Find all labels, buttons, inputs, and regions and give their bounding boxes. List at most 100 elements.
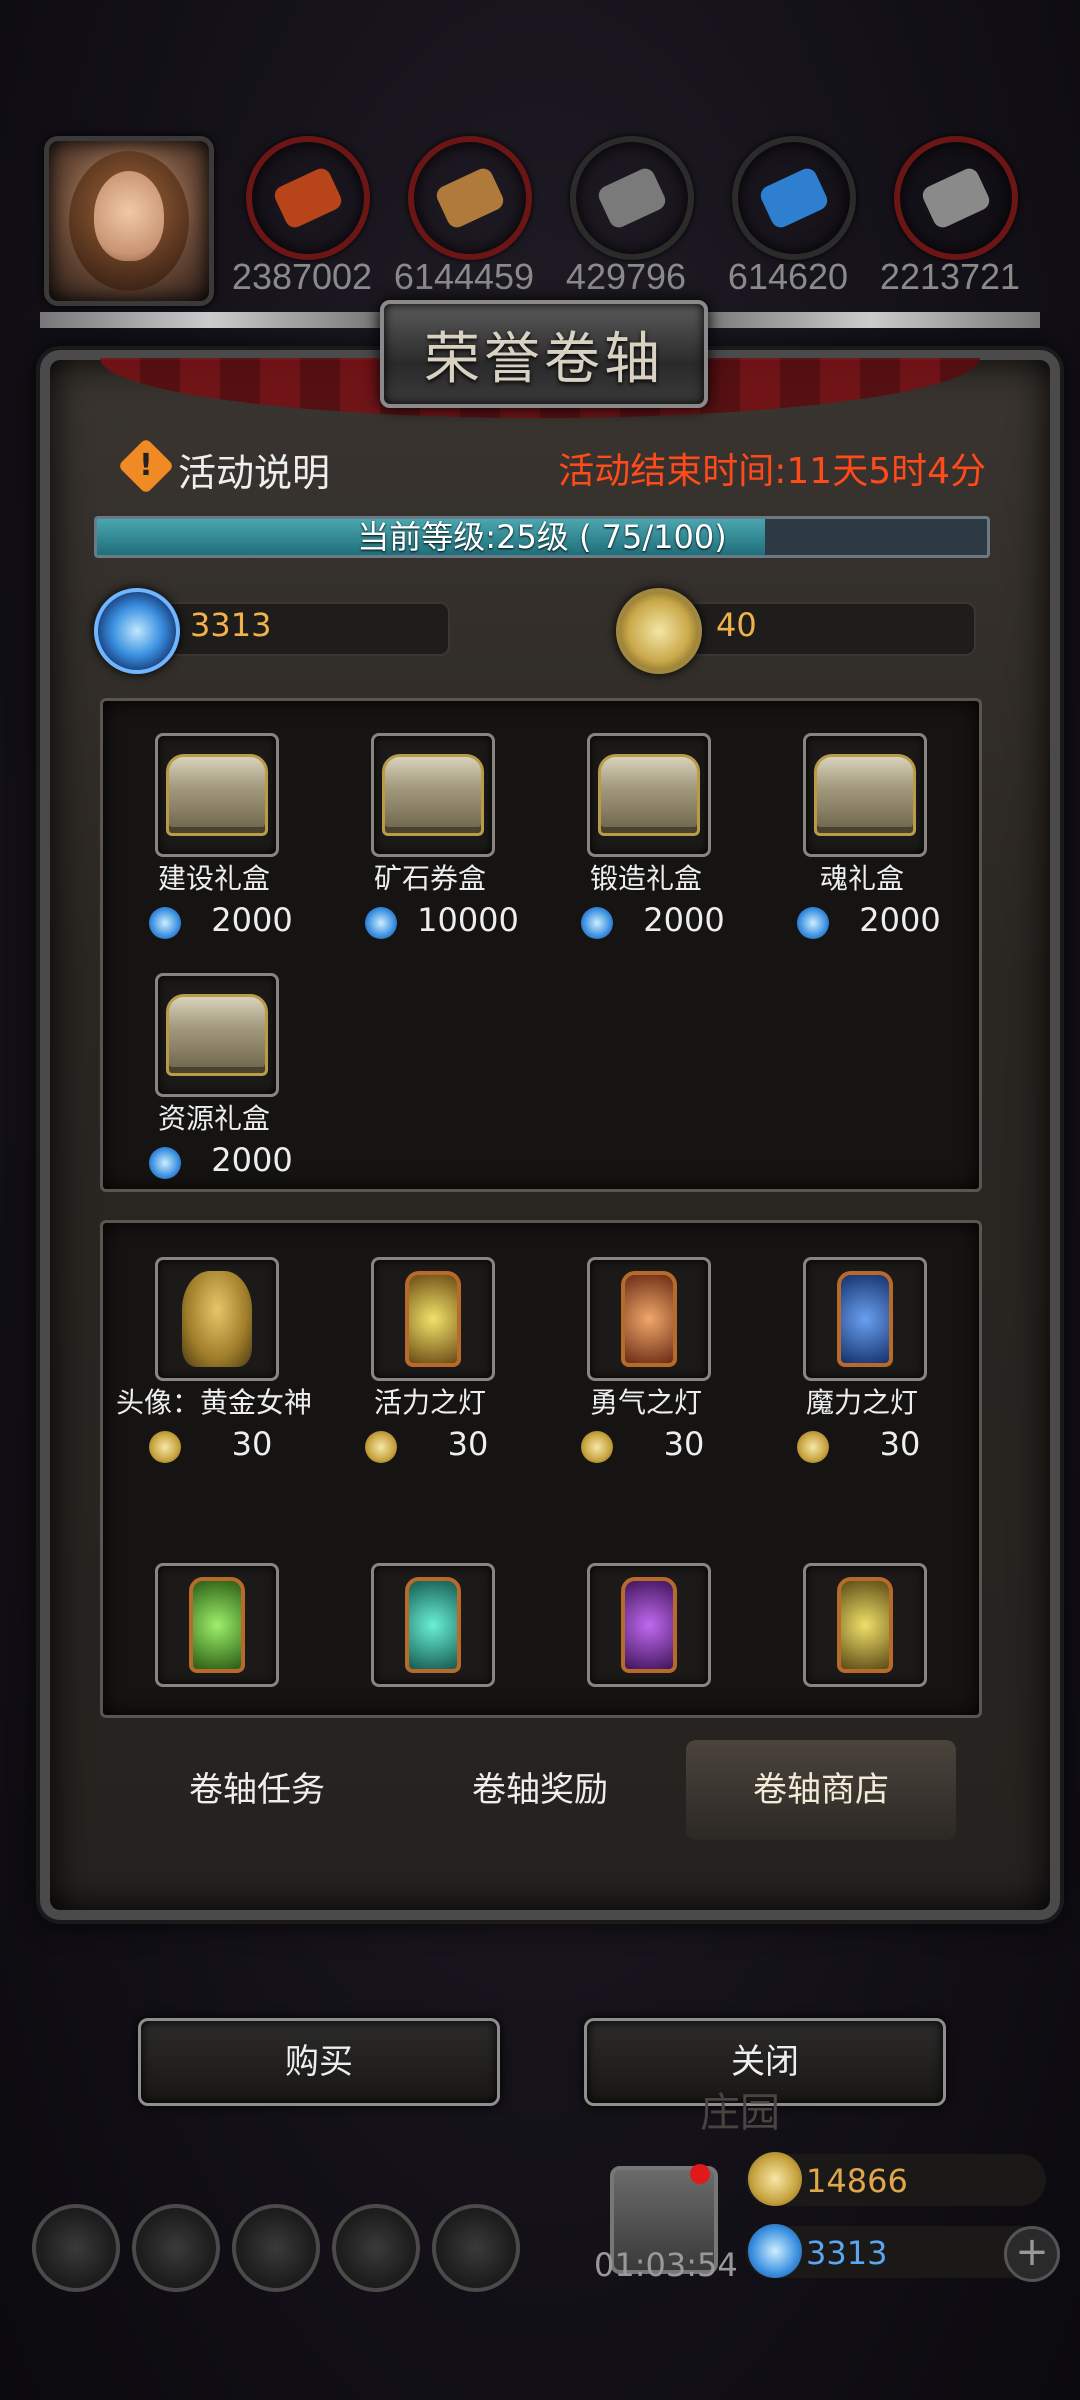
item-cost: 30 bbox=[447, 1425, 489, 1463]
tab-scroll-shop[interactable]: 卷轴商店 bbox=[686, 1740, 956, 1840]
background-building-label: 庄园 bbox=[700, 2090, 780, 2136]
item-cost: 30 bbox=[879, 1425, 921, 1463]
resource-value: 2387002 bbox=[231, 256, 373, 297]
player-avatar[interactable] bbox=[44, 136, 214, 306]
level-progress-text: 当前等级:25级 ( 75/100) bbox=[357, 518, 727, 556]
item-frame bbox=[587, 733, 711, 857]
activity-info-link[interactable]: 活动说明 bbox=[178, 442, 330, 497]
iron-icon bbox=[570, 136, 694, 260]
treasure-chest-icon bbox=[166, 754, 268, 836]
diamond-icon bbox=[581, 907, 613, 939]
item-frame bbox=[803, 1257, 927, 1381]
resource-value: 2213721 bbox=[879, 256, 1021, 297]
treasure-chest-icon bbox=[166, 994, 268, 1076]
activity-end-time: 活动结束时间:11天5时4分 bbox=[558, 451, 986, 492]
item-cost: 10000 bbox=[417, 901, 519, 939]
coin-balance: 40 bbox=[716, 606, 757, 644]
lantern-icon bbox=[837, 1577, 893, 1673]
scroll-coin-icon bbox=[149, 1431, 181, 1463]
guild-icon[interactable] bbox=[232, 2204, 320, 2292]
item-name: 资源礼盒 bbox=[157, 1102, 270, 1135]
item-name: 活力之灯 bbox=[373, 1386, 486, 1419]
scroll-coin-icon bbox=[797, 1431, 829, 1463]
diamond-icon bbox=[797, 907, 829, 939]
lantern-icon bbox=[621, 1271, 677, 1367]
item-frame bbox=[587, 1257, 711, 1381]
tab-scroll-tasks[interactable]: 卷轴任务 bbox=[122, 1740, 392, 1840]
coin-balance-box bbox=[654, 602, 976, 656]
resource-value: 614620 bbox=[727, 256, 849, 297]
item-cost: 30 bbox=[663, 1425, 705, 1463]
lantern-icon bbox=[405, 1271, 461, 1367]
left-spike-decoration bbox=[40, 312, 380, 328]
exclamation-icon: ! bbox=[139, 448, 153, 483]
lantern-icon bbox=[621, 1577, 677, 1673]
title-plate: 荣誉卷轴 bbox=[380, 300, 708, 408]
item-name: 锻造礼盒 bbox=[589, 862, 702, 895]
level-progress-bar: 当前等级:25级 ( 75/100) bbox=[94, 516, 990, 558]
item-cost: 30 bbox=[231, 1425, 273, 1463]
avatar-face bbox=[94, 171, 164, 261]
resource-value: 6144459 bbox=[393, 256, 535, 297]
diamond-balance: 3313 bbox=[190, 606, 272, 644]
item-frame bbox=[803, 1563, 927, 1687]
resource-steel[interactable]: 2213721 bbox=[880, 136, 1020, 306]
treasure-chest-icon bbox=[598, 754, 700, 836]
star-icon[interactable] bbox=[132, 2204, 220, 2292]
item-frame bbox=[371, 1563, 495, 1687]
scroll-coin-icon bbox=[616, 588, 702, 674]
tab-scroll-rewards[interactable]: 卷轴奖励 bbox=[405, 1740, 675, 1840]
lantern-icon bbox=[837, 1271, 893, 1367]
golden-goddess-icon bbox=[182, 1271, 252, 1367]
lantern-shop-grid: 头像：黄金女神 30 活力之灯 30 勇气之灯 30 魔力之灯 30 bbox=[100, 1220, 982, 1718]
map-icon[interactable] bbox=[432, 2204, 520, 2292]
diamond-icon bbox=[149, 907, 181, 939]
diamond-icon bbox=[94, 588, 180, 674]
buy-button[interactable]: 购买 bbox=[138, 2018, 500, 2106]
item-cost: 2000 bbox=[643, 901, 725, 939]
item-frame bbox=[587, 1563, 711, 1687]
diamond-icon bbox=[149, 1147, 181, 1179]
item-name: 矿石券盒 bbox=[373, 862, 486, 895]
gold-icon bbox=[748, 2152, 802, 2206]
item-frame bbox=[155, 1257, 279, 1381]
item-frame bbox=[803, 733, 927, 857]
resource-crystal[interactable]: 614620 bbox=[728, 136, 856, 306]
crystal-icon bbox=[732, 136, 856, 260]
item-name: 魂礼盒 bbox=[819, 862, 904, 895]
diamond-icon bbox=[365, 907, 397, 939]
item-cost: 2000 bbox=[211, 1141, 293, 1179]
lantern-icon bbox=[405, 1577, 461, 1673]
item-frame bbox=[155, 973, 279, 1097]
item-frame bbox=[155, 733, 279, 857]
scroll-coin-icon bbox=[581, 1431, 613, 1463]
add-currency-button[interactable]: + bbox=[1004, 2226, 1060, 2282]
resource-value: 429796 bbox=[565, 256, 687, 297]
item-frame bbox=[155, 1563, 279, 1687]
gift-box-shop-grid: 建设礼盒 2000 矿石券盒 10000 锻造礼盒 2000 魂礼盒 2000 … bbox=[100, 698, 982, 1192]
gold-balance: 14866 bbox=[806, 2162, 908, 2200]
diamond-balance-bottom: 3313 bbox=[806, 2234, 888, 2272]
resource-wood[interactable]: 6144459 bbox=[394, 136, 534, 306]
item-cost: 2000 bbox=[211, 901, 293, 939]
settings-icon[interactable] bbox=[32, 2204, 120, 2292]
item-name: 建设礼盒 bbox=[157, 862, 270, 895]
resource-meat[interactable]: 2387002 bbox=[232, 136, 372, 306]
scroll-coin-icon bbox=[365, 1431, 397, 1463]
diamond-icon bbox=[748, 2224, 802, 2278]
gift-timer: 01:03:54 bbox=[594, 2246, 738, 2284]
panel-title: 荣誉卷轴 bbox=[424, 326, 664, 392]
right-spike-decoration bbox=[700, 312, 1040, 328]
wood-icon bbox=[408, 136, 532, 260]
item-name: 勇气之灯 bbox=[589, 1386, 702, 1419]
steel-icon bbox=[894, 136, 1018, 260]
mail-icon[interactable] bbox=[332, 2204, 420, 2292]
item-name: 头像：黄金女神 bbox=[115, 1386, 312, 1419]
item-cost: 2000 bbox=[859, 901, 941, 939]
treasure-chest-icon bbox=[382, 754, 484, 836]
item-name: 魔力之灯 bbox=[805, 1386, 918, 1419]
lantern-icon bbox=[189, 1577, 245, 1673]
notification-dot bbox=[690, 2164, 710, 2184]
resource-iron[interactable]: 429796 bbox=[566, 136, 694, 306]
treasure-chest-icon bbox=[814, 754, 916, 836]
